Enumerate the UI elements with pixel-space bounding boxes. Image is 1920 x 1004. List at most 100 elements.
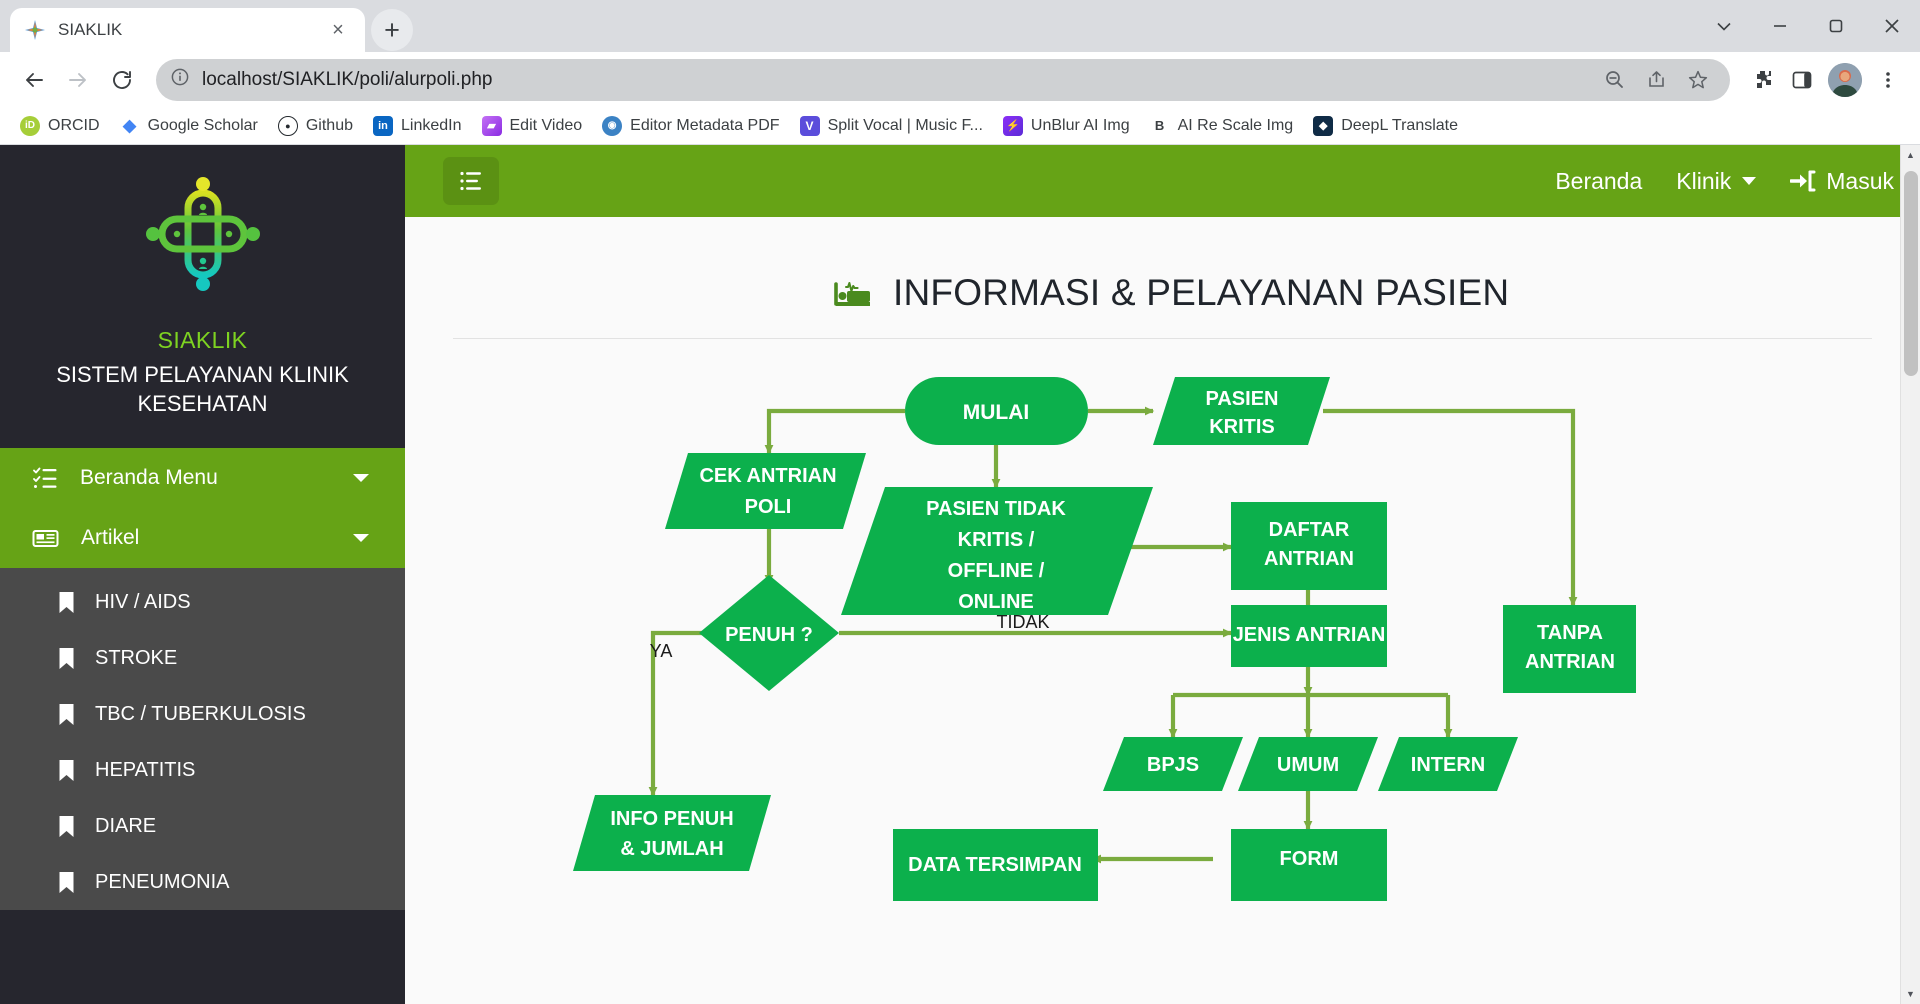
sidebar-item-peneumonia[interactable]: PENEUMONIA — [0, 854, 405, 910]
browser-toolbar: localhost/SIAKLIK/poli/alurpoli.php — [0, 52, 1920, 107]
main-content: Beranda Klinik Masuk INFORMASI & PELAYAN… — [405, 145, 1920, 1004]
scrollbar-thumb[interactable] — [1904, 171, 1918, 376]
flow-node-daftar-antrian — [1231, 502, 1387, 590]
nav-link-label: Beranda — [1555, 167, 1643, 194]
bookmark-item[interactable]: ◉ Editor Metadata PDF — [594, 112, 787, 140]
bookmark-icon — [58, 703, 75, 726]
url-text: localhost/SIAKLIK/poli/alurpoli.php — [202, 68, 493, 90]
sidebar-item-diare[interactable]: DIARE — [0, 798, 405, 854]
page-title: INFORMASI & PELAYANAN PASIEN — [893, 272, 1510, 313]
sidebar-item-hiv-aids[interactable]: HIV / AIDS — [0, 574, 405, 630]
bookmark-icon — [58, 871, 75, 894]
sidebar-item-hepatitis[interactable]: HEPATITIS — [0, 742, 405, 798]
nav-link-beranda[interactable]: Beranda — [1555, 168, 1642, 195]
browser-tab[interactable]: SIAKLIK × — [10, 8, 365, 52]
maximize-icon[interactable] — [1808, 0, 1864, 52]
bookmark-label: Editor Metadata PDF — [630, 116, 780, 134]
vertical-scrollbar[interactable]: ▲ ▼ — [1900, 145, 1920, 1004]
new-tab-button[interactable]: + — [371, 9, 413, 51]
reload-icon[interactable] — [102, 60, 142, 100]
flow-node-label: DAFTAR — [1269, 519, 1350, 541]
sidebar-toggle-icon[interactable] — [443, 157, 499, 205]
bookmark-item[interactable]: ⚡ UnBlur AI Img — [995, 112, 1138, 140]
bookmark-item[interactable]: ● Github — [270, 112, 361, 140]
page-header: INFORMASI & PELAYANAN PASIEN — [453, 217, 1872, 339]
unblur-ai-icon: ⚡ — [1002, 115, 1023, 136]
deepl-icon: ◆ — [1313, 115, 1334, 136]
bookmark-item[interactable]: ◆ DeepL Translate — [1305, 112, 1466, 140]
bookmark-label: Edit Video — [509, 116, 583, 134]
profile-avatar[interactable] — [1828, 62, 1862, 97]
sidebar-item-label: DIARE — [95, 814, 157, 837]
nav-link-masuk[interactable]: Masuk — [1790, 168, 1894, 195]
sidebar-item-label: Beranda Menu — [80, 466, 218, 490]
flow-node-label: FORM — [1280, 848, 1339, 870]
sidebar-item-label: HEPATITIS — [95, 758, 196, 781]
flow-node-label: OFFLINE / — [948, 560, 1045, 582]
edge-label-ya: YA — [650, 641, 673, 661]
sidebar-item-tbc-tuberkulosis[interactable]: TBC / TUBERKULOSIS — [0, 686, 405, 742]
bookmark-label: ORCID — [48, 116, 100, 134]
sidebar-item-artikel[interactable]: Artikel — [0, 508, 405, 568]
github-icon: ● — [277, 115, 298, 136]
siaklik-logo — [16, 171, 389, 297]
brand-name: SIAKLIK — [157, 327, 248, 353]
extensions-puzzle-icon[interactable] — [1744, 62, 1780, 98]
scroll-up-arrow[interactable]: ▲ — [1901, 145, 1920, 165]
scroll-down-arrow[interactable]: ▼ — [1901, 984, 1920, 1004]
flow-node-label: PASIEN TIDAK — [926, 498, 1066, 520]
bookmark-item[interactable]: in LinkedIn — [365, 112, 470, 140]
sidebar-submenu-artikel: HIV / AIDS STROKE TBC / TUBERKULOSIS HEP… — [0, 568, 405, 911]
flow-node-label: PASIEN — [1206, 388, 1279, 410]
flow-node-label: CEK ANTRIAN — [699, 465, 836, 487]
brand-subtitle: SISTEM PELAYANAN KLINIK KESEHATAN — [56, 362, 349, 417]
bookmark-item[interactable]: Β AI Re Scale Img — [1142, 112, 1302, 140]
flow-node-label: TANPA — [1537, 622, 1603, 644]
nav-link-label: Klinik — [1676, 167, 1732, 194]
window-controls — [1696, 0, 1920, 52]
sidebar-item-beranda-menu[interactable]: Beranda Menu — [0, 448, 405, 508]
flow-node-label: ANTRIAN — [1264, 548, 1354, 570]
page-viewport: SIAKLIK SISTEM PELAYANAN KLINIK KESEHATA… — [0, 145, 1920, 1004]
window-close-icon[interactable] — [1864, 0, 1920, 52]
share-icon[interactable] — [1638, 62, 1674, 98]
tab-search-icon[interactable] — [1696, 0, 1752, 52]
bookmark-icon — [58, 591, 75, 614]
close-icon[interactable]: × — [325, 17, 351, 43]
flow-node-label: ONLINE — [958, 591, 1034, 613]
bookmark-star-icon[interactable] — [1680, 62, 1716, 98]
flow-node-label: INFO PENUH — [610, 808, 733, 830]
back-icon[interactable] — [14, 60, 54, 100]
more-vertical-icon[interactable] — [1870, 62, 1906, 98]
zoom-out-icon[interactable] — [1596, 62, 1632, 98]
sidebar-item-label: STROKE — [95, 646, 178, 669]
flow-node-label: ANTRIAN — [1525, 651, 1615, 673]
omnibox-actions — [1596, 62, 1716, 98]
flow-node-label: UMUM — [1277, 754, 1339, 776]
article-icon — [32, 525, 59, 552]
bookmark-label: Split Vocal | Music F... — [827, 116, 983, 134]
bookmark-item[interactable]: ▰ Edit Video — [474, 112, 591, 140]
nav-link-klinik[interactable]: Klinik — [1676, 167, 1757, 195]
patient-bed-icon — [833, 276, 873, 310]
split-vocal-icon: V — [799, 115, 820, 136]
sidebar-item-label: HIV / AIDS — [95, 590, 191, 613]
bookmark-item[interactable]: iD ORCID — [12, 112, 108, 140]
flow-node-label: INTERN — [1411, 754, 1485, 776]
sidebar-item-stroke[interactable]: STROKE — [0, 630, 405, 686]
sidebar: SIAKLIK SISTEM PELAYANAN KLINIK KESEHATA… — [0, 145, 405, 1004]
scrollbar-track[interactable] — [1901, 165, 1920, 984]
linkedin-icon: in — [373, 115, 393, 136]
forward-icon[interactable] — [58, 60, 98, 100]
bookmark-item[interactable]: ◆ Google Scholar — [112, 112, 266, 140]
bookmark-item[interactable]: V Split Vocal | Music F... — [792, 112, 991, 140]
address-bar[interactable]: localhost/SIAKLIK/poli/alurpoli.php — [156, 58, 1730, 101]
chevron-down-icon — [1742, 177, 1757, 185]
side-panel-icon[interactable] — [1784, 62, 1820, 98]
flow-node-label: KRITIS / — [958, 529, 1035, 551]
flowchart: MULAI CEK ANTRIAN POLI PASIEN KRITIS PAS… — [453, 339, 1872, 1004]
info-icon[interactable] — [170, 67, 190, 92]
tab-title: SIAKLIK — [58, 20, 123, 39]
browser-window: SIAKLIK × + localhost/SIAKLIK/poli/alurp… — [0, 0, 1920, 1004]
minimize-icon[interactable] — [1752, 0, 1808, 52]
